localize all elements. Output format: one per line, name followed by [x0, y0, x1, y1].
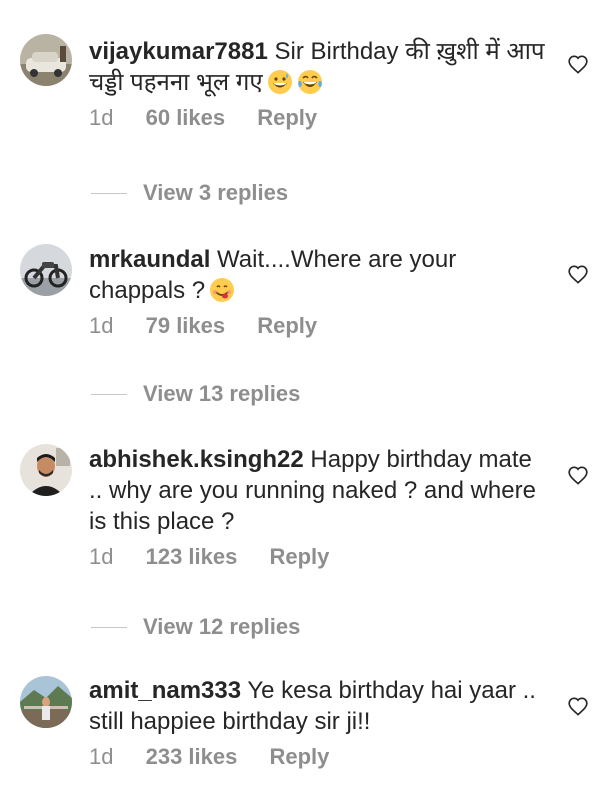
divider-line [91, 626, 127, 628]
avatar[interactable] [20, 676, 72, 728]
avatar[interactable] [20, 244, 72, 296]
divider-line [91, 393, 127, 395]
comment-username[interactable]: abhishek.ksingh22 [89, 446, 304, 473]
reply-button[interactable]: Reply [269, 544, 329, 569]
comment-likes[interactable]: 233 likes [146, 744, 238, 769]
heart-outline-icon[interactable] [567, 696, 589, 716]
comment-meta: 1d 233 likes Reply [89, 744, 549, 770]
view-replies-button[interactable]: View 12 replies [91, 613, 300, 641]
avatar[interactable] [20, 444, 72, 496]
heart-outline-icon[interactable] [567, 264, 589, 284]
comment-username[interactable]: mrkaundal [89, 246, 210, 273]
heart-outline-icon[interactable] [567, 54, 589, 74]
comment-text: vijaykumar7881 Sir Birthday की ख़ुशी में… [89, 36, 549, 98]
comment-text: amit_nam333 Ye kesa birthday hai yaar ..… [89, 675, 549, 737]
comment-likes[interactable]: 60 likes [146, 105, 226, 130]
view-replies-button[interactable]: View 3 replies [91, 179, 288, 207]
reply-button[interactable]: Reply [257, 105, 317, 130]
comment-meta: 1d 123 likes Reply [89, 544, 549, 570]
view-replies-label[interactable]: View 12 replies [143, 614, 300, 640]
comment-time: 1d [89, 105, 114, 130]
comment-time: 1d [89, 313, 114, 338]
comment-time: 1d [89, 544, 114, 569]
comment-likes[interactable]: 123 likes [146, 544, 238, 569]
comment-meta: 1d 60 likes Reply [89, 105, 549, 131]
heart-outline-icon[interactable] [567, 465, 589, 485]
tears-of-joy-emoji [297, 70, 322, 94]
comment-meta: 1d 79 likes Reply [89, 313, 549, 339]
comment-text: abhishek.ksingh22 Happy birthday mate ..… [89, 444, 549, 537]
comment-username[interactable]: vijaykumar7881 [89, 38, 268, 65]
avatar[interactable] [20, 34, 72, 86]
view-replies-label[interactable]: View 13 replies [143, 381, 300, 407]
divider-line [91, 192, 127, 194]
view-replies-label[interactable]: View 3 replies [143, 180, 288, 206]
comment-username[interactable]: amit_nam333 [89, 677, 241, 704]
comment-likes[interactable]: 79 likes [146, 313, 226, 338]
comment-text: mrkaundal Wait....Where are your chappal… [89, 244, 549, 306]
view-replies-button[interactable]: View 13 replies [91, 380, 300, 408]
reply-button[interactable]: Reply [269, 744, 329, 769]
yum-emoji [210, 278, 235, 302]
grinning-sweat-emoji [267, 70, 292, 94]
comment-time: 1d [89, 744, 114, 769]
reply-button[interactable]: Reply [257, 313, 317, 338]
